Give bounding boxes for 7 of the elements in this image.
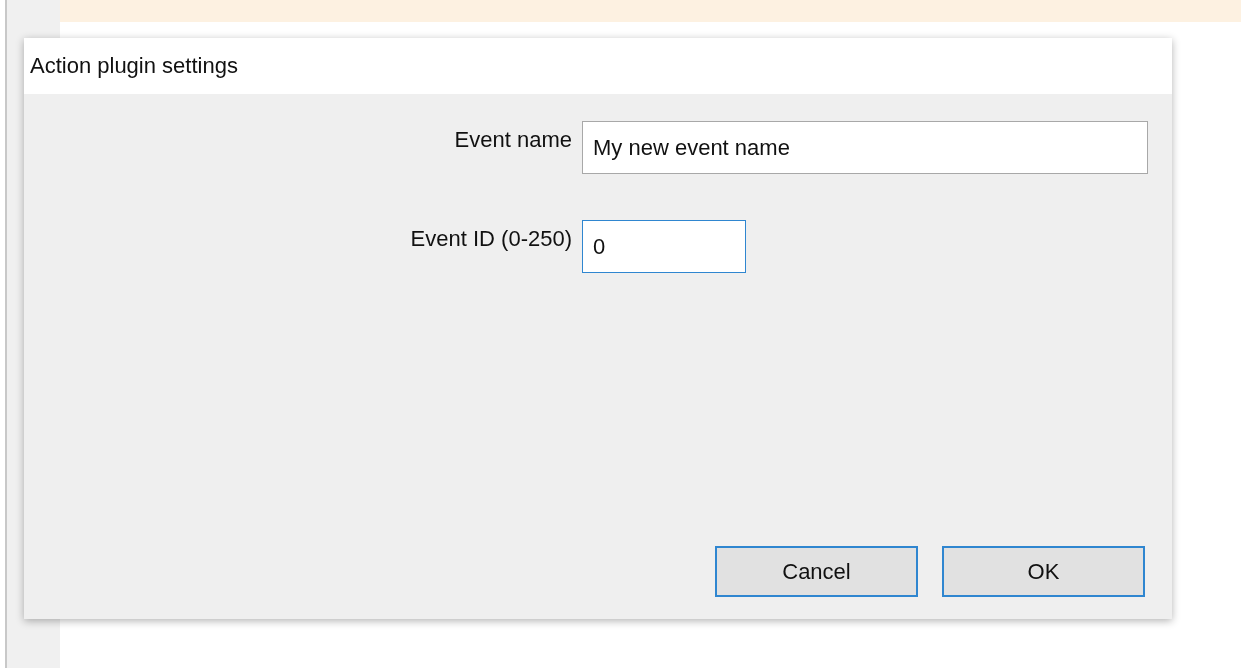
field-label: Event name [453,126,572,153]
dialog-button[interactable]: OK [942,546,1145,597]
input-field[interactable]: 0 [582,220,746,273]
input-field[interactable]: My new event name [582,121,1148,174]
dialog-button[interactable]: Cancel [715,546,918,597]
dialog-title: Action plugin settings [30,53,238,79]
field-label: Event ID (0-250) [409,225,572,252]
